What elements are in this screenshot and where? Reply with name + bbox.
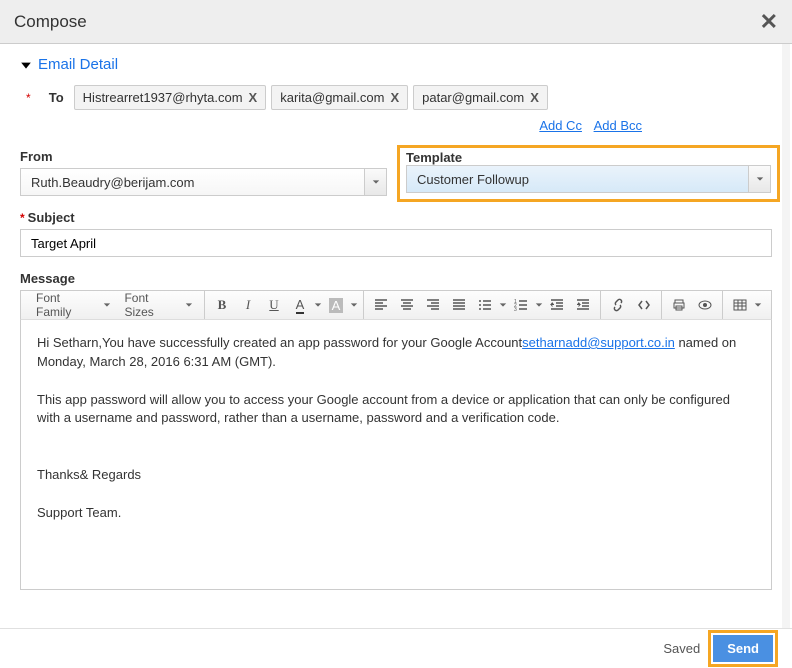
recipient-chip[interactable]: Histrearret1937@rhyta.com X: [74, 85, 267, 110]
template-select[interactable]: Customer Followup: [406, 165, 771, 193]
message-editor[interactable]: Hi Setharn,You have successfully created…: [20, 320, 772, 590]
text-color-button[interactable]: A: [287, 294, 323, 316]
send-highlight: Send: [708, 630, 778, 667]
editor-toolbar: Font Family Font Sizes B I U A A: [20, 290, 772, 320]
template-value: Customer Followup: [407, 166, 748, 192]
toolbar-insert-group: [601, 291, 662, 319]
template-highlight: Template Customer Followup: [397, 145, 780, 202]
subject-field: *Subject: [20, 210, 772, 257]
chip-remove-icon[interactable]: X: [390, 90, 399, 105]
chip-text: karita@gmail.com: [280, 90, 384, 105]
font-size-dropdown[interactable]: Font Sizes: [117, 288, 200, 322]
add-cc-link[interactable]: Add Cc: [539, 118, 582, 133]
toolbar-align-group: 123: [364, 291, 601, 319]
to-row: * To Histrearret1937@rhyta.com X karita@…: [26, 85, 772, 110]
editor-paragraph: Support Team.: [37, 504, 755, 523]
toolbar-font-group: Font Family Font Sizes: [25, 291, 205, 319]
template-field: Template Customer Followup: [405, 149, 772, 196]
align-left-button[interactable]: [369, 294, 393, 316]
bullet-list-button[interactable]: [472, 294, 508, 316]
template-label: Template: [406, 150, 462, 165]
message-label: Message: [20, 271, 772, 286]
recipient-chip[interactable]: patar@gmail.com X: [413, 85, 548, 110]
to-label: To: [34, 90, 64, 105]
dialog-header: Compose ✕: [0, 0, 792, 44]
outdent-button[interactable]: [545, 294, 569, 316]
dialog-title: Compose: [14, 12, 87, 32]
subject-input[interactable]: [20, 229, 772, 257]
editor-paragraph: This app password will allow you to acce…: [37, 391, 755, 429]
number-list-button[interactable]: 123: [508, 294, 544, 316]
collapse-toggle-icon[interactable]: [20, 58, 32, 74]
editor-paragraph: Hi Setharn,You have successfully created…: [37, 334, 755, 372]
link-button[interactable]: [606, 294, 630, 316]
from-value: Ruth.Beaudry@berijam.com: [21, 169, 364, 195]
from-select[interactable]: Ruth.Beaudry@berijam.com: [20, 168, 387, 196]
chip-remove-icon[interactable]: X: [249, 90, 258, 105]
align-center-button[interactable]: [395, 294, 419, 316]
section-header: Email Detail: [20, 56, 772, 73]
required-marker: *: [26, 91, 31, 105]
underline-button[interactable]: U: [262, 294, 286, 316]
from-field: From Ruth.Beaudry@berijam.com: [20, 149, 387, 196]
align-right-button[interactable]: [421, 294, 445, 316]
print-button[interactable]: [667, 294, 691, 316]
add-bcc-link[interactable]: Add Bcc: [594, 118, 642, 133]
font-family-dropdown[interactable]: Font Family: [29, 288, 117, 322]
table-button[interactable]: [727, 294, 763, 316]
from-label: From: [20, 149, 387, 164]
code-button[interactable]: [632, 294, 656, 316]
toolbar-format-group: B I U A A: [205, 291, 364, 319]
align-justify-button[interactable]: [447, 294, 471, 316]
cc-links: Add Cc Add Bcc: [20, 118, 772, 133]
preview-button[interactable]: [693, 294, 717, 316]
chip-text: Histrearret1937@rhyta.com: [83, 90, 243, 105]
content: Email Detail * To Histrearret1937@rhyta.…: [0, 44, 792, 590]
chip-remove-icon[interactable]: X: [530, 90, 539, 105]
saved-status: Saved: [663, 641, 700, 656]
footer: Saved Send: [0, 628, 792, 668]
italic-button[interactable]: I: [236, 294, 260, 316]
email-link[interactable]: setharnadd@support.co.in: [522, 335, 675, 350]
recipient-chip[interactable]: karita@gmail.com X: [271, 85, 408, 110]
from-template-row: From Ruth.Beaudry@berijam.com Template C…: [20, 149, 772, 196]
section-title: Email Detail: [38, 56, 118, 73]
svg-text:3: 3: [514, 307, 517, 312]
highlight-color-button[interactable]: A: [323, 294, 359, 316]
template-dropdown-button[interactable]: [748, 166, 770, 192]
indent-button[interactable]: [571, 294, 595, 316]
scrollbar[interactable]: [782, 44, 790, 628]
toolbar-view-group: [662, 291, 723, 319]
editor-paragraph: Thanks& Regards: [37, 466, 755, 485]
send-button[interactable]: Send: [713, 635, 773, 662]
chip-text: patar@gmail.com: [422, 90, 524, 105]
to-chips: Histrearret1937@rhyta.com X karita@gmail…: [74, 85, 548, 110]
from-dropdown-button[interactable]: [364, 169, 386, 195]
close-icon[interactable]: ✕: [760, 9, 778, 35]
bold-button[interactable]: B: [210, 294, 234, 316]
subject-label: *Subject: [20, 210, 772, 225]
toolbar-table-group: [723, 291, 767, 319]
